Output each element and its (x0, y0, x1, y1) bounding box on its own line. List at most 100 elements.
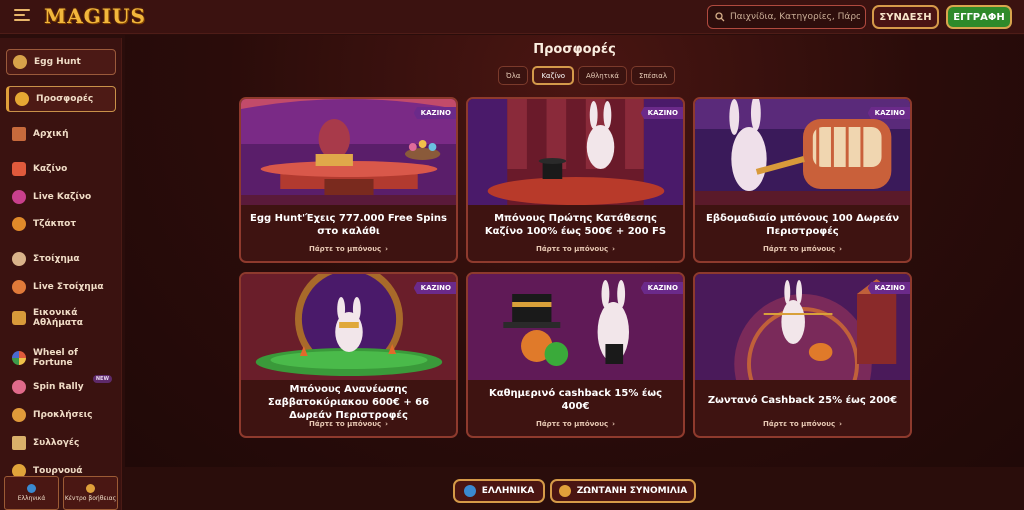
main-content: Προσφορές Όλα Καζίνο Αθλητικά Σπέσιαλ ΚΑ… (125, 35, 1024, 467)
sidebar-item-live-sports[interactable]: Live Στοίχημα (6, 274, 116, 300)
sidebar-item-egg-hunt[interactable]: Egg Hunt (6, 49, 116, 75)
sidebar-item-challenges[interactable]: Προκλήσεις (6, 402, 116, 428)
sidebar-item-jackpot[interactable]: Τζάκποτ (6, 211, 116, 237)
claim-bonus-link[interactable]: Πάρτε το μπόνους › (695, 245, 910, 253)
home-icon (12, 127, 26, 141)
claim-bonus-label: Πάρτε το μπόνους (535, 420, 609, 428)
promo-card[interactable]: ΚΑΖΙΝΟ Egg Hunt'Έχεις 777.000 Free Spins… (239, 97, 458, 263)
claim-bonus-label: Πάρτε το μπόνους (308, 245, 382, 253)
sidebar-item-label: Live Στοίχημα (33, 282, 104, 292)
register-button[interactable]: ΕΓΓΡΑΦΗ (946, 5, 1012, 29)
chevron-right-icon: › (839, 245, 843, 253)
trophy-icon (12, 408, 26, 422)
dealer-icon (12, 190, 26, 204)
category-badge: ΚΑΖΙΝΟ (640, 107, 683, 119)
sidebar-item-label: Spin Rally (33, 382, 84, 392)
sidebar-item-home[interactable]: Αρχική (6, 121, 116, 147)
promo-title: Εβδομαδιαίο μπόνους 100 Δωρεάν Περιστροφ… (705, 213, 900, 237)
search-icon (715, 12, 725, 22)
sidebar-item-label: Egg Hunt (34, 57, 81, 67)
gamepad-icon (12, 311, 26, 325)
chat-icon (558, 485, 571, 497)
promo-card[interactable]: ΚΑΖΙΝΟ Καθημερινό cashback 15% έως 400€ … (466, 272, 685, 438)
globe-icon (463, 485, 476, 497)
search-input[interactable] (730, 12, 860, 22)
globe-icon (27, 484, 36, 493)
sidebar-item-wheel-of-fortune[interactable]: Wheel of Fortune (6, 343, 116, 373)
promo-card[interactable]: ΚΑΖΙΝΟ Μπόνους Ανανέωσης Σαββατοκύριακου… (239, 272, 458, 438)
help-center-label: Κέντρο βοήθειας (64, 495, 117, 502)
language-label: Ελληνικά (17, 495, 46, 502)
logo[interactable]: MAGIUS (44, 4, 146, 28)
language-selector-label: ΕΛΛΗΝΙΚΑ (481, 486, 535, 496)
chevron-right-icon: › (612, 420, 616, 428)
sidebar-item-live-casino[interactable]: Live Καζίνο (6, 184, 116, 210)
claim-bonus-label: Πάρτε το μπόνους (762, 245, 836, 253)
category-badge: ΚΑΖΙΝΟ (867, 107, 910, 119)
chevron-right-icon: › (385, 420, 389, 428)
sidebar-item-label: Στοίχημα (33, 254, 80, 264)
sidebar-item-label: Τουρνουά (33, 466, 83, 476)
claim-bonus-link[interactable]: Πάρτε το μπόνους › (695, 420, 910, 428)
filter-tabs: Όλα Καζίνο Αθλητικά Σπέσιαλ (498, 66, 675, 85)
claim-bonus-label: Πάρτε το μπόνους (762, 420, 836, 428)
live-chat-label: ΖΩΝΤΑΝΗ ΣΥΝΟΜΙΛΙΑ (576, 486, 688, 496)
promo-card[interactable]: ΚΑΖΙΝΟ Ζωντανό Cashback 25% έως 200€ Πάρ… (693, 272, 912, 438)
chevron-right-icon: › (385, 245, 389, 253)
promo-title: Μπόνους Πρώτης Κατάθεσης Καζίνο 100% έως… (484, 213, 667, 237)
menu-icon[interactable] (14, 9, 30, 23)
search-box[interactable] (707, 5, 866, 29)
claim-bonus-link[interactable]: Πάρτε το μπόνους › (241, 420, 456, 428)
tab-special[interactable]: Σπέσιαλ (631, 66, 675, 85)
language-selector-button[interactable]: ΕΛΛΗΝΙΚΑ (453, 479, 545, 503)
claim-bonus-label: Πάρτε το μπόνους (535, 245, 609, 253)
login-button[interactable]: ΣΥΝΔΕΣΗ (872, 5, 939, 29)
category-badge: ΚΑΖΙΝΟ (640, 282, 683, 294)
sidebar-item-sports[interactable]: Στοίχημα (6, 246, 116, 272)
language-button[interactable]: Ελληνικά (4, 476, 59, 510)
tab-casino[interactable]: Καζίνο (532, 66, 575, 85)
chevron-right-icon: › (839, 420, 843, 428)
cards-icon (12, 436, 26, 450)
sidebar: Egg Hunt Προσφορές Αρχική Καζίνο Live Κα… (0, 38, 122, 510)
new-badge: NEW (92, 375, 112, 383)
claim-bonus-link[interactable]: Πάρτε το μπόνους › (468, 420, 683, 428)
promo-card[interactable]: ΚΑΖΙΝΟ Εβδομαδιαίο μπόνους 100 Δωρεάν Πε… (693, 97, 912, 263)
tab-sports[interactable]: Αθλητικά (578, 66, 628, 85)
flag-icon (12, 380, 26, 394)
sidebar-item-virtual-sports[interactable]: Εικονικά Αθλήματα (6, 303, 116, 333)
live-chat-button[interactable]: ΖΩΝΤΑΝΗ ΣΥΝΟΜΙΛΙΑ (550, 479, 696, 503)
chevron-right-icon: › (612, 245, 616, 253)
sidebar-item-label: Προσφορές (36, 94, 94, 104)
tab-all[interactable]: Όλα (498, 66, 529, 85)
claim-bonus-link[interactable]: Πάρτε το μπόνους › (241, 245, 456, 253)
promo-title: Μπόνους Ανανέωσης Σαββατοκύριακου 600€ +… (267, 383, 430, 421)
sidebar-footer: Ελληνικά Κέντρο βοήθειας (0, 476, 121, 510)
claim-bonus-link[interactable]: Πάρτε το μπόνους › (468, 245, 683, 253)
promo-title: Egg Hunt'Έχεις 777.000 Free Spins στο κα… (250, 213, 447, 237)
sidebar-item-label: Wheel of Fortune (33, 347, 78, 368)
promo-card[interactable]: ΚΑΖΙΝΟ Μπόνους Πρώτης Κατάθεσης Καζίνο 1… (466, 97, 685, 263)
slot-icon (12, 162, 26, 176)
wheel-icon (12, 351, 26, 365)
sidebar-item-label: Τζάκποτ (33, 219, 77, 229)
sidebar-item-spin-rally[interactable]: Spin Rally NEW (6, 374, 116, 400)
top-bar: MAGIUS ΣΥΝΔΕΣΗ ΕΓΓΡΑΦΗ (0, 0, 1024, 34)
sidebar-item-collections[interactable]: Συλλογές (6, 430, 116, 456)
sidebar-item-label: Live Καζίνο (33, 192, 92, 202)
sidebar-item-casino[interactable]: Καζίνο (6, 156, 116, 182)
live-icon (12, 280, 26, 294)
promo-title: Καθημερινό cashback 15% έως 400€ (488, 388, 663, 412)
promo-title: Ζωντανό Cashback 25% έως 200€ (707, 394, 898, 406)
help-center-button[interactable]: Κέντρο βοήθειας (63, 476, 118, 510)
page-title: Προσφορές (533, 42, 616, 57)
sidebar-item-label: Αρχική (33, 129, 69, 139)
category-badge: ΚΑΖΙΝΟ (867, 282, 910, 294)
sidebar-item-label: Προκλήσεις (33, 410, 93, 420)
gift-icon (15, 92, 29, 106)
ball-icon (12, 252, 26, 266)
category-badge: ΚΑΖΙΝΟ (413, 282, 456, 294)
category-badge: ΚΑΖΙΝΟ (413, 107, 456, 119)
egg-icon (13, 55, 27, 69)
sidebar-item-promotions[interactable]: Προσφορές (6, 86, 116, 112)
